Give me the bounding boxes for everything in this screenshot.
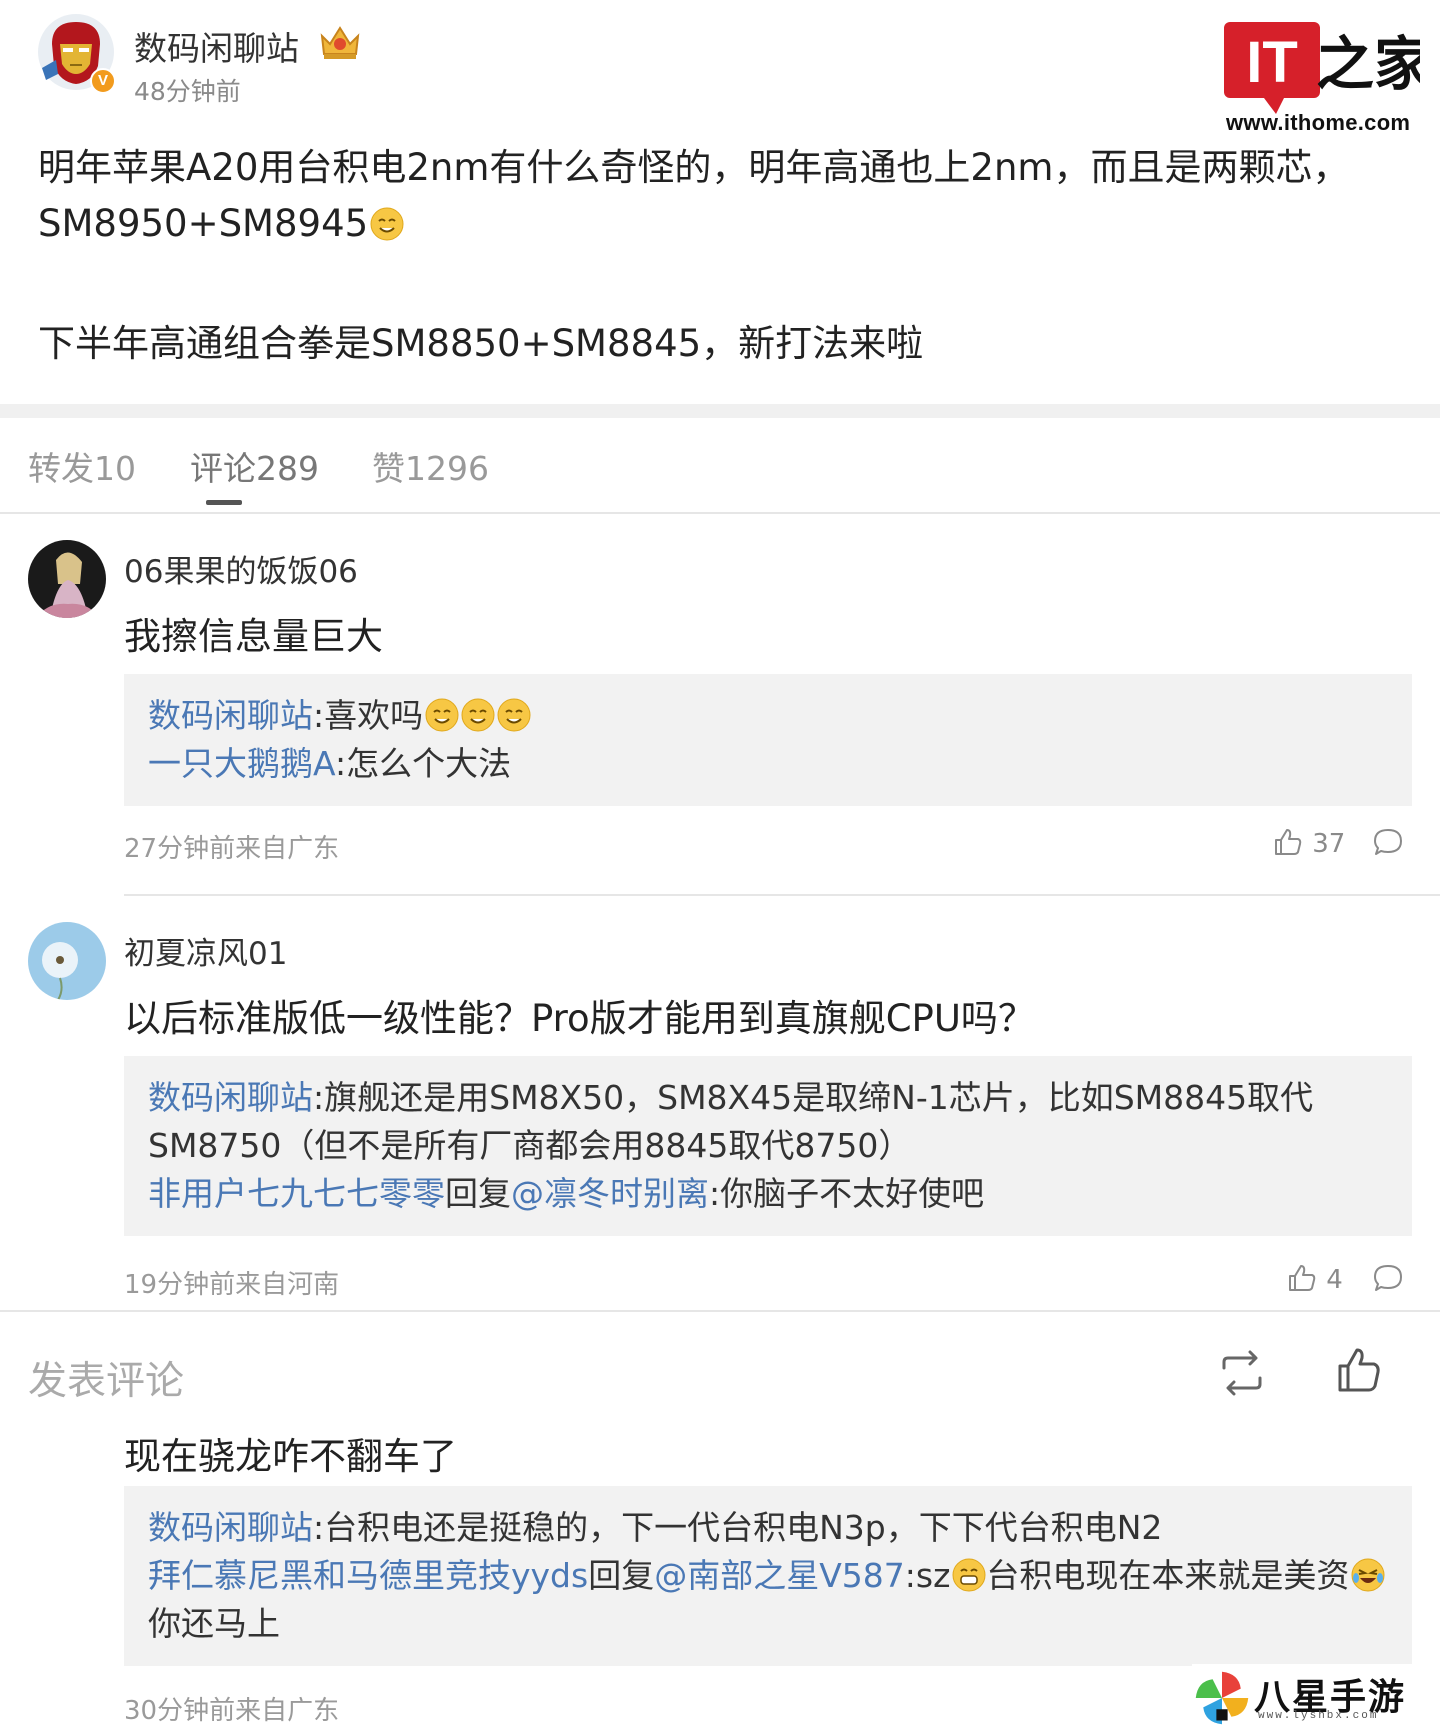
comment-bubble-icon: [1374, 1265, 1402, 1291]
ithome-url: www.ithome.com: [1226, 110, 1411, 135]
comment-meta: 27分钟前来自广东: [124, 834, 340, 864]
smile-emoji-icon: [425, 697, 459, 732]
pinwheel-logo-icon: [1195, 1671, 1249, 1725]
comment-avatar[interactable]: [28, 540, 106, 618]
post-author-name[interactable]: 数码闲聊站: [134, 22, 299, 70]
post-line-2: SM8950+SM8945: [38, 202, 369, 245]
smile-emoji-icon: [370, 201, 404, 241]
reply-author[interactable]: 数码闲聊站: [148, 1078, 313, 1117]
comment-avatar[interactable]: [28, 922, 106, 1000]
post-tabs: 转发10 评论289 赞1296: [0, 418, 1440, 514]
reply-thread[interactable]: 数码闲聊站:台积电还是挺稳的，下一代台积电N3p，下下代台积电N2 拜仁慕尼黑和…: [124, 1486, 1412, 1666]
reply-line-cont: 你还马上: [148, 1604, 280, 1643]
section-divider: [0, 404, 1440, 418]
user-avatar-icon: [28, 540, 106, 618]
reply-button[interactable]: [1372, 826, 1404, 858]
reply-verb: 回复: [588, 1556, 655, 1595]
reply-author[interactable]: 拜仁慕尼黑和马德里竞技yyds: [148, 1556, 588, 1595]
thumbs-up-icon: [1289, 1265, 1316, 1291]
reply-line-cont: SM8750（但不是所有厂商都会用8845取代8750）: [148, 1126, 912, 1165]
laugh-cry-emoji-icon: [1351, 1557, 1385, 1592]
reply-author[interactable]: 数码闲聊站: [148, 1508, 313, 1547]
like-button[interactable]: 37: [1272, 826, 1345, 859]
reply-text: :怎么个大法: [335, 744, 512, 783]
reply-line: 数码闲聊站:台积电还是挺稳的，下一代台积电N3p，下下代台积电N2: [148, 1504, 1388, 1552]
comment-meta: 19分钟前来自河南: [124, 1270, 340, 1300]
reply-button[interactable]: [1372, 1262, 1404, 1294]
reply-text: :喜欢吗: [313, 696, 424, 735]
post-timestamp: 48分钟前: [134, 77, 241, 106]
comment-divider: [0, 1310, 1440, 1312]
comment-text: 我擦信息量巨大: [124, 615, 383, 658]
reply-text: :sz: [904, 1556, 951, 1595]
comment-meta: 30分钟前来自广东: [124, 1696, 340, 1726]
like-count: 37: [1312, 829, 1346, 859]
grin-emoji-icon: [952, 1557, 986, 1592]
watermark-url: www.lyshbx.com: [1258, 1710, 1379, 1722]
post-line-2-wrap: SM8950+SM8945: [38, 196, 1418, 252]
comment-bubble-icon: [1374, 829, 1402, 855]
compose-input[interactable]: 发表评论: [28, 1350, 184, 1406]
post-line-3: 下半年高通组合拳是SM8850+SM8845，新打法来啦: [38, 322, 924, 365]
reply-text: :台积电还是挺稳的，下一代台积电N3p，下下代台积电N2: [313, 1508, 1163, 1547]
comment-divider: [124, 894, 1440, 896]
reply-author[interactable]: 数码闲聊站: [148, 696, 313, 735]
like-button[interactable]: 4: [1286, 1262, 1343, 1295]
smile-emoji-icon: [461, 697, 495, 732]
reply-thread[interactable]: 数码闲聊站:旗舰还是用SM8X50，SM8X45是取缔N-1芯片，比如SM884…: [124, 1056, 1412, 1236]
reply-line: 一只大鹅鹅A:怎么个大法: [148, 740, 1388, 788]
post-card: V 数码闲聊站 48分钟前 IT 之家 www.ithome.com 明年苹果A…: [0, 0, 1440, 405]
thumbs-up-icon: [1275, 829, 1302, 855]
verified-badge: V: [90, 68, 116, 94]
post-body: 明年苹果A20用台积电2nm有什么奇怪的，明年高通也上2nm，而且是两颗芯， S…: [38, 140, 1418, 372]
reply-thread[interactable]: 数码闲聊站:喜欢吗 一只大鹅鹅A:怎么个大法: [124, 674, 1412, 806]
active-tab-indicator: [206, 500, 242, 505]
comment-text: 现在骁龙咋不翻车了: [124, 1435, 457, 1478]
tab-comments[interactable]: 评论289: [190, 442, 319, 490]
reply-line: 拜仁慕尼黑和马德里竞技yyds回复@南部之星V587:sz 台积电现在本来就是美资: [148, 1552, 1388, 1600]
smile-emoji-icon: [497, 697, 531, 732]
reply-text: :你脑子不太好使吧: [709, 1174, 985, 1213]
comment-username[interactable]: 初夏凉风01: [124, 928, 287, 973]
reply-mention[interactable]: @凛冬时别离: [511, 1174, 709, 1213]
crown-icon: [320, 26, 360, 59]
reply-verb: 回复: [445, 1174, 511, 1213]
reply-line: 数码闲聊站:喜欢吗: [148, 692, 1388, 740]
reply-text: :旗舰还是用SM8X50，SM8X45是取缔N-1芯片，比如SM8845取代: [313, 1078, 1314, 1117]
repost-icon[interactable]: [1218, 1350, 1266, 1396]
svg-text:IT: IT: [1246, 30, 1298, 95]
reply-line: 数码闲聊站:旗舰还是用SM8X50，SM8X45是取缔N-1芯片，比如SM884…: [148, 1074, 1388, 1122]
tab-likes[interactable]: 赞1296: [372, 442, 489, 490]
post-line-1: 明年苹果A20用台积电2nm有什么奇怪的，明年高通也上2nm，而且是两颗芯，: [38, 146, 1350, 189]
svg-text:之家: 之家: [1316, 30, 1420, 98]
site-watermark: 八星手游网 www.lyshbx.com: [1192, 1664, 1440, 1728]
reply-author[interactable]: 一只大鹅鹅A: [148, 744, 335, 783]
tab-reposts[interactable]: 转发10: [28, 442, 136, 490]
reply-mention[interactable]: @南部之星V587: [654, 1556, 905, 1595]
dandelion-avatar-icon: [28, 922, 106, 1000]
reply-line: 非用户七九七七零零回复@凛冬时别离:你脑子不太好使吧: [148, 1170, 1388, 1218]
comment-text: 以后标准版低一级性能？Pro版才能用到真旗舰CPU吗？: [124, 997, 1035, 1040]
thumbs-up-icon[interactable]: [1336, 1346, 1382, 1394]
comment-username[interactable]: 06果果的饭饭06: [124, 546, 358, 591]
reply-author[interactable]: 非用户七九七七零零: [148, 1174, 445, 1213]
like-count: 4: [1326, 1265, 1343, 1295]
reply-text-2: 台积电现在本来就是美资: [986, 1556, 1350, 1595]
